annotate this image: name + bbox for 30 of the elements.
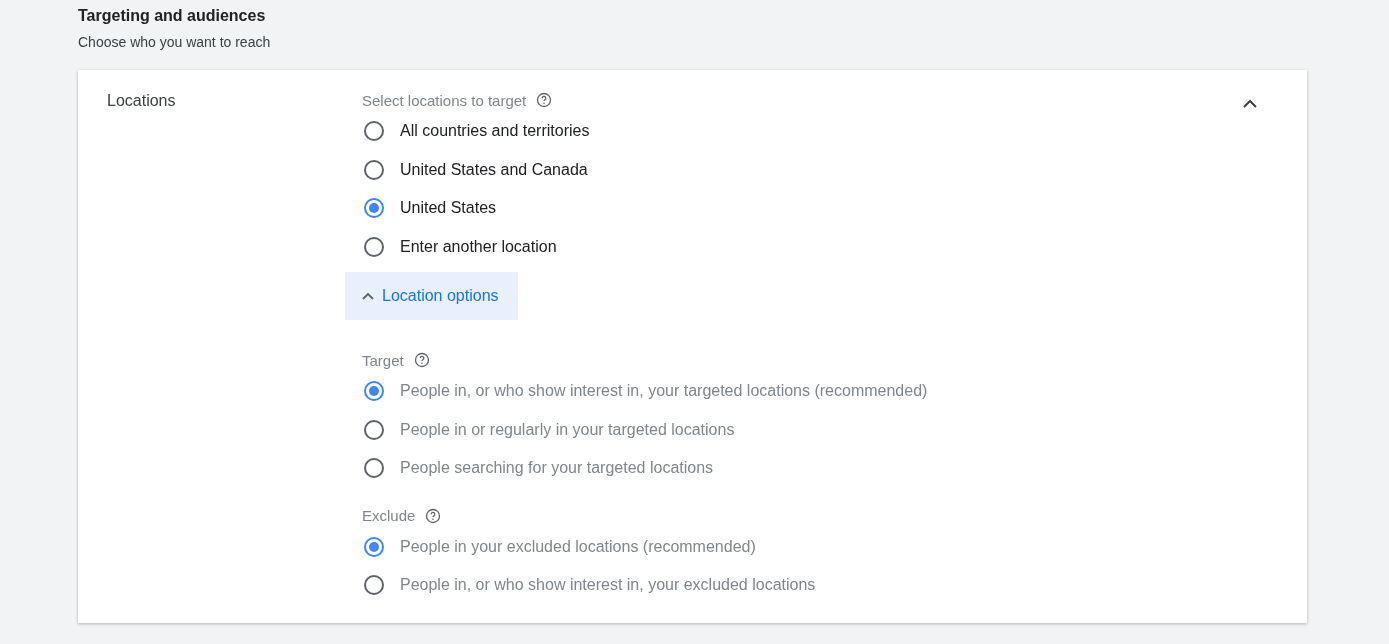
option-label: People in your excluded locations (recommended) — [400, 537, 756, 556]
help-icon[interactable] — [413, 352, 430, 368]
radio-button[interactable] — [364, 121, 384, 142]
radio-button[interactable] — [364, 536, 384, 557]
radio-button[interactable] — [364, 236, 384, 257]
help-icon[interactable] — [536, 92, 553, 108]
collapse-chevron-icon[interactable] — [1243, 99, 1257, 108]
radio-button[interactable] — [364, 458, 384, 479]
radio-button[interactable] — [364, 198, 384, 219]
option-label: People in, or who show interest in, your excluded locations — [400, 576, 816, 595]
option-label: People in, or who show interest in, your targeted locations (recommended) — [400, 382, 928, 401]
radio-button[interactable] — [364, 419, 384, 440]
radio-button[interactable] — [364, 575, 384, 596]
radio-button[interactable] — [364, 159, 384, 180]
card-label: Locations — [107, 92, 176, 110]
section-title: Targeting and audiences — [78, 6, 267, 26]
section-subtitle: Choose who you want to reach — [78, 33, 272, 51]
option-label: People searching for your targeted locations — [400, 459, 714, 478]
option-label: United States — [400, 199, 497, 218]
option-label: All countries and territories — [400, 122, 590, 141]
chevron-icon — [362, 292, 374, 300]
option-label: Enter another location — [400, 237, 557, 256]
field-label: Select locations to target — [362, 91, 527, 109]
location-options-button[interactable]: Location options — [345, 272, 518, 320]
option-label: United States and Canada — [400, 160, 588, 179]
group-label: Target — [362, 351, 404, 369]
radio-button[interactable] — [364, 381, 384, 402]
group-label: Exclude — [362, 507, 416, 524]
help-icon[interactable] — [425, 507, 442, 524]
option-label: People in or regularly in your targeted locations — [400, 420, 735, 439]
